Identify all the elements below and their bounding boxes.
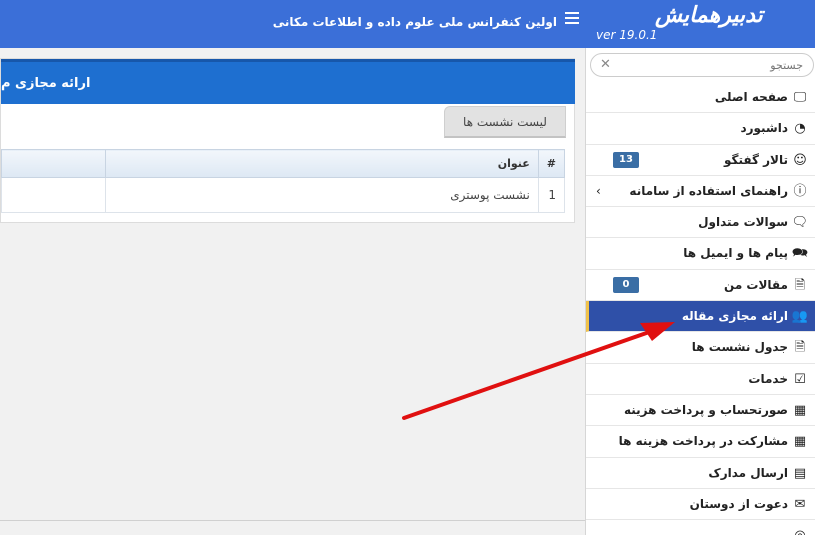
footer-divider xyxy=(0,520,585,521)
row-extra-cell xyxy=(1,177,106,213)
info-icon: ⓘ xyxy=(793,183,807,199)
sidebar-item-15[interactable]: ◎ xyxy=(586,520,815,535)
column-header-title[interactable]: عنوان xyxy=(104,149,539,178)
brand-logo[interactable]: تدبیرهمایش xyxy=(655,3,764,28)
checklist-icon: ☑ xyxy=(794,371,806,387)
sidebar-item-label: صفحه اصلی xyxy=(714,90,788,104)
count-badge: 0 xyxy=(613,276,639,293)
search-input[interactable] xyxy=(623,57,803,73)
count-badge: 13 xyxy=(613,151,639,168)
more-icon: ◎ xyxy=(792,528,808,535)
sidebar-item-5[interactable]: 🗨 سوالات متداول xyxy=(586,207,815,239)
panel-title: ارائه مجازی م xyxy=(1,76,91,91)
sidebar-item-10[interactable]: ☑ خدمات xyxy=(586,364,815,395)
column-header-extra xyxy=(1,149,106,178)
sidebar-item-6[interactable]: 🗪 پیام ها و ایمیل ها xyxy=(586,238,815,270)
sidebar-item-2[interactable]: ◔ داشبورد xyxy=(586,113,815,145)
hamburger-menu-icon[interactable] xyxy=(565,12,579,24)
table-row[interactable]: 1 نشست پوستری xyxy=(1,177,566,213)
sidebar-menu: 🖵 صفحه اصلی ◔ داشبورد ☺ تالار گفتگو 13 ⓘ راهنمای… xyxy=(586,82,815,535)
sidebar-item-8[interactable]: 👥 ارائه مجازی مقاله xyxy=(586,301,815,333)
sidebar: ✕ 🖵 صفحه اصلی ◔ داشبورد ☺ تالار گفتگو 13 ⓘ راهنم… xyxy=(585,48,815,535)
sidebar-item-label: داشبورد xyxy=(740,121,788,136)
invite-icon: ✉ xyxy=(794,496,806,512)
row-number-cell: 1 xyxy=(537,177,566,213)
sidebar-item-label: ارائه مجازی مقاله xyxy=(681,309,788,324)
sidebar-item-9[interactable]: 🗎 جدول نشست ها xyxy=(586,332,815,364)
top-header: تدبیرهمایش ver 19.0.1 اولین کنفرانس ملی … xyxy=(0,0,815,48)
sidebar-item-label: مشارکت در پرداخت هزینه ها xyxy=(618,434,788,449)
sidebar-item-label: سوالات متداول xyxy=(698,215,788,230)
upload-document-icon: ▤ xyxy=(793,465,807,481)
sidebar-item-12[interactable]: ▦ مشارکت در پرداخت هزینه ها xyxy=(586,426,815,458)
sidebar-item-label: خدمات xyxy=(748,371,788,386)
sidebar-item-label: ارسال مدارک xyxy=(708,465,788,480)
chevron-right-icon[interactable]: › xyxy=(596,184,601,198)
main-panel: ارائه مجازی م لیست نشست ها # عنوان 1 نشس… xyxy=(0,58,575,223)
sidebar-item-label: مقالات من xyxy=(724,277,788,292)
document-icon: 🗎 xyxy=(794,277,806,293)
column-header-number[interactable]: # xyxy=(537,149,566,178)
search-box[interactable]: ✕ xyxy=(590,53,814,77)
gauge-icon: ◔ xyxy=(794,121,806,137)
sidebar-item-label: صورتحساب و پرداخت هزینه xyxy=(623,402,788,417)
tab-session-list[interactable]: لیست نشست ها xyxy=(444,106,566,138)
abacus-icon: ▦ xyxy=(793,402,807,418)
user-icon: ☺ xyxy=(793,152,807,168)
sidebar-item-3[interactable]: ☺ تالار گفتگو 13 xyxy=(586,145,815,176)
clear-search-icon[interactable]: ✕ xyxy=(600,57,611,72)
sidebar-item-11[interactable]: ▦ صورتحساب و پرداخت هزینه xyxy=(586,395,815,427)
panel-header: ارائه مجازی م xyxy=(1,59,575,104)
messages-icon: 🗪 xyxy=(791,246,808,262)
abacus-icon: ▦ xyxy=(793,434,807,450)
sidebar-item-label: جدول نشست ها xyxy=(691,340,788,355)
group-icon: 👥 xyxy=(791,309,808,325)
chat-icon: 🗨 xyxy=(791,215,808,231)
sidebar-item-label: راهنمای استفاده از سامانه xyxy=(629,183,788,198)
sidebar-item-1[interactable]: 🖵 صفحه اصلی xyxy=(586,82,815,114)
sidebar-item-label: تالار گفتگو xyxy=(723,152,788,167)
version-label: ver 19.0.1 xyxy=(596,28,658,42)
sessions-table: # عنوان 1 نشست پوستری xyxy=(1,149,566,213)
sidebar-item-4[interactable]: ⓘ راهنمای استفاده از سامانه › xyxy=(586,176,815,208)
sidebar-item-label: دعوت از دوستان xyxy=(689,496,788,511)
monitor-icon: 🖵 xyxy=(793,90,807,105)
sidebar-item-14[interactable]: ✉ دعوت از دوستان xyxy=(586,489,815,521)
sidebar-item-7[interactable]: 🗎 مقالات من 0 xyxy=(586,270,815,302)
conference-title: اولین کنفرانس ملی علوم داده و اطلاعات مک… xyxy=(272,15,557,29)
sidebar-item-13[interactable]: ▤ ارسال مدارک xyxy=(586,458,815,489)
document-icon: 🗎 xyxy=(794,340,806,356)
row-title-cell[interactable]: نشست پوستری xyxy=(104,177,539,213)
sidebar-item-label: پیام ها و ایمیل ها xyxy=(683,246,788,261)
